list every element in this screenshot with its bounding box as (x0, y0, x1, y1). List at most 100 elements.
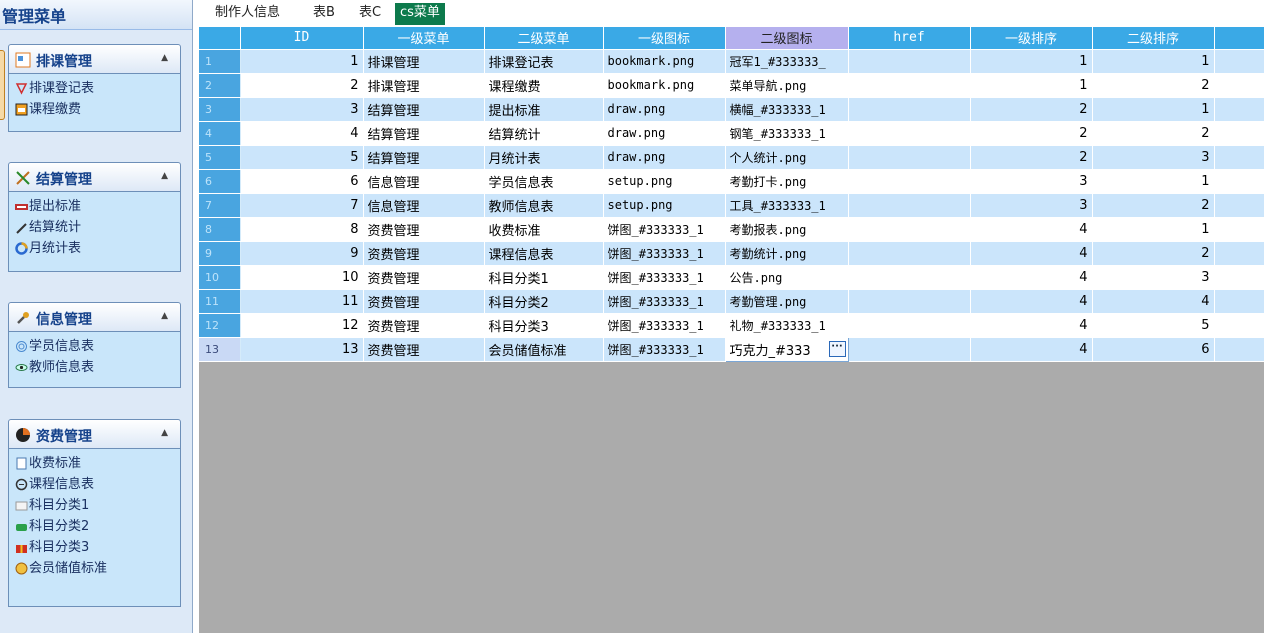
cell-menu2[interactable]: 排课登记表 (484, 49, 604, 74)
cell-menu2[interactable]: 科目分类1 (484, 265, 604, 290)
cell-sort2[interactable]: 1 (1092, 49, 1215, 74)
cell-menu2[interactable]: 学员信息表 (484, 169, 604, 194)
cell-menu2[interactable]: 科目分类3 (484, 313, 604, 338)
row-number[interactable]: 12 (199, 313, 241, 338)
table-row[interactable]: 5 5 结算管理 月统计表 draw.png 个人统计.png 2 3 (199, 145, 1264, 170)
table-row[interactable]: 7 7 信息管理 教师信息表 setup.png 工具_#333333_1 3 2 (199, 193, 1264, 218)
cell-id[interactable]: 9 (240, 241, 364, 266)
cell-sort1[interactable]: 4 (970, 217, 1093, 242)
cell-icon1[interactable]: draw.png (603, 145, 726, 170)
cell-menu1[interactable]: 资费管理 (363, 217, 485, 242)
cell-menu2[interactable]: 会员储值标准 (484, 337, 604, 362)
row-number[interactable]: 4 (199, 121, 241, 146)
cell-id[interactable]: 8 (240, 217, 364, 242)
cell-id[interactable]: 4 (240, 121, 364, 146)
sidebar-tab-handle[interactable] (0, 50, 5, 120)
cell-id[interactable]: 1 (240, 49, 364, 74)
cell-href[interactable] (848, 97, 971, 122)
menu-item-student-info[interactable]: 学员信息表 (15, 336, 180, 357)
cell-icon1[interactable]: draw.png (603, 97, 726, 122)
cell-icon1[interactable]: 饼图_#333333_1 (603, 313, 726, 338)
cell-sort2[interactable]: 3 (1092, 145, 1215, 170)
tab-producer-info[interactable]: 制作人信息 (210, 3, 285, 25)
menu-item-standard[interactable]: 提出标准 (15, 196, 180, 217)
cell-href[interactable] (848, 337, 971, 362)
cell-menu2[interactable]: 提出标准 (484, 97, 604, 122)
cell-sort1[interactable]: 4 (970, 313, 1093, 338)
tab-cs-menu[interactable]: cs菜单 (395, 3, 445, 25)
row-header-corner[interactable] (199, 27, 241, 50)
cell-icon2[interactable]: 菜单导航.png (725, 73, 849, 98)
cell-menu2[interactable]: 科目分类2 (484, 289, 604, 314)
menu-item-member-deposit[interactable]: 会员储值标准 (15, 558, 180, 579)
table-row[interactable]: 11 11 资费管理 科目分类2 饼图_#333333_1 考勤管理.png 4 4 (199, 289, 1264, 314)
column-header-icon2[interactable]: 二级图标 (725, 27, 849, 50)
group-header-scheduling[interactable]: 排课管理 ▲ (8, 44, 181, 74)
cell-id[interactable]: 11 (240, 289, 364, 314)
cell-sort2[interactable]: 2 (1092, 73, 1215, 98)
cell-icon1[interactable]: bookmark.png (603, 49, 726, 74)
cell-sort2[interactable]: 4 (1092, 289, 1215, 314)
cell-icon2[interactable]: 钢笔_#333333_1 (725, 121, 849, 146)
ellipsis-button[interactable]: ··· (828, 340, 846, 357)
cell-menu1[interactable]: 信息管理 (363, 169, 485, 194)
row-number[interactable]: 10 (199, 265, 241, 290)
cell-sort1[interactable]: 1 (970, 73, 1093, 98)
column-header-href[interactable]: href (848, 27, 971, 50)
cell-href[interactable] (848, 49, 971, 74)
cell-sort1[interactable]: 4 (970, 265, 1093, 290)
cell-id[interactable]: 13 (240, 337, 364, 362)
cell-sort1[interactable]: 4 (970, 289, 1093, 314)
cell-id[interactable]: 6 (240, 169, 364, 194)
menu-item-subject-3[interactable]: 科目分类3 (15, 537, 180, 558)
table-row[interactable]: 10 10 资费管理 科目分类1 饼图_#333333_1 公告.png 4 3 (199, 265, 1264, 290)
table-row[interactable]: 2 2 排课管理 课程缴费 bookmark.png 菜单导航.png 1 2 (199, 73, 1264, 98)
cell-menu1[interactable]: 资费管理 (363, 337, 485, 362)
table-row[interactable]: 12 12 资费管理 科目分类3 饼图_#333333_1 礼物_#333333_1 4 5 (199, 313, 1264, 338)
group-header-settlement[interactable]: 结算管理 ▲ (8, 162, 181, 192)
table-row[interactable]: 13 13 资费管理 会员储值标准 饼图_#333333_1 巧克力_#333 ··· 4 6 (199, 336, 1264, 362)
row-number[interactable]: 5 (199, 145, 241, 170)
cell-menu2[interactable]: 课程缴费 (484, 73, 604, 98)
cell-icon1[interactable]: 饼图_#333333_1 (603, 265, 726, 290)
table-row[interactable]: 3 3 结算管理 提出标准 draw.png 横幅_#333333_1 2 1 (199, 97, 1264, 122)
menu-item-teacher-info[interactable]: 教师信息表 (15, 357, 180, 378)
cell-menu2[interactable]: 教师信息表 (484, 193, 604, 218)
row-number[interactable]: 3 (199, 97, 241, 122)
cell-icon1[interactable]: 饼图_#333333_1 (603, 337, 726, 362)
cell-menu1[interactable]: 结算管理 (363, 97, 485, 122)
cell-menu1[interactable]: 结算管理 (363, 121, 485, 146)
cell-sort1[interactable]: 2 (970, 97, 1093, 122)
cell-menu1[interactable]: 资费管理 (363, 241, 485, 266)
cell-sort2[interactable]: 6 (1092, 337, 1215, 362)
cell-icon1[interactable]: bookmark.png (603, 73, 726, 98)
cell-sort1[interactable]: 2 (970, 145, 1093, 170)
cell-href[interactable] (848, 289, 971, 314)
cell-icon1[interactable]: 饼图_#333333_1 (603, 289, 726, 314)
group-header-fees[interactable]: 资费管理 ▲ (8, 419, 181, 449)
cell-icon2[interactable]: 礼物_#333333_1 (725, 313, 849, 338)
cell-icon1[interactable]: draw.png (603, 121, 726, 146)
column-header-id[interactable]: ID (240, 27, 364, 50)
cell-sort1[interactable]: 4 (970, 337, 1093, 362)
row-number[interactable]: 1 (199, 49, 241, 74)
cell-href[interactable] (848, 169, 971, 194)
cell-href[interactable] (848, 73, 971, 98)
row-number[interactable]: 6 (199, 169, 241, 194)
cell-href[interactable] (848, 145, 971, 170)
cell-sort2[interactable]: 2 (1092, 121, 1215, 146)
row-number[interactable]: 11 (199, 289, 241, 314)
cell-icon2[interactable]: 冠军1_#333333_ (725, 49, 849, 74)
column-header-sort2[interactable]: 二级排序 (1092, 27, 1215, 50)
collapse-icon[interactable]: ▲ (161, 171, 168, 181)
cell-sort2[interactable]: 1 (1092, 97, 1215, 122)
row-number[interactable]: 9 (199, 241, 241, 266)
cell-menu1[interactable]: 资费管理 (363, 289, 485, 314)
cell-menu1[interactable]: 排课管理 (363, 49, 485, 74)
cell-id[interactable]: 12 (240, 313, 364, 338)
cell-sort2[interactable]: 5 (1092, 313, 1215, 338)
cell-href[interactable] (848, 193, 971, 218)
cell-sort1[interactable]: 1 (970, 49, 1093, 74)
menu-item-schedule-register[interactable]: 排课登记表 (15, 78, 180, 99)
column-header-icon1[interactable]: 一级图标 (603, 27, 726, 50)
